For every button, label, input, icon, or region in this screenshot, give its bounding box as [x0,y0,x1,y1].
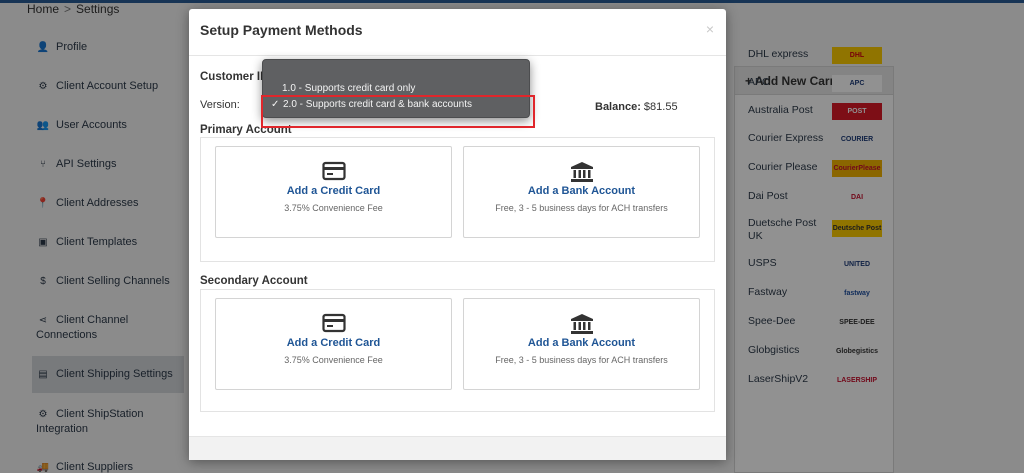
card-title: Add a Credit Card [286,185,381,197]
option-label: 1.0 - Supports credit card only [282,83,416,94]
credit-card-icon [216,161,451,183]
balance-display: Balance: $81.55 [595,101,678,113]
version-label: Version: [200,99,240,111]
secondary-account-title: Secondary Account [200,275,308,287]
bank-icon [464,161,699,183]
secondary-add-bank-account-button[interactable]: Add a Bank Account Free, 3 - 5 business … [463,298,700,390]
primary-account-section: Add a Credit Card 3.75% Convenience Fee … [200,137,715,262]
card-subtitle: 3.75% Convenience Fee [284,203,383,213]
credit-card-icon [216,313,451,335]
card-subtitle: Free, 3 - 5 business days for ACH transf… [495,355,668,365]
modal-title: Setup Payment Methods [200,22,363,38]
modal-footer [189,436,726,460]
balance-label: Balance: [595,101,641,113]
modal-header: Setup Payment Methods × [189,9,726,56]
version-option-1-0[interactable]: 1.0 - Supports credit card only [282,83,415,94]
card-title: Add a Bank Account [527,185,636,197]
customer-id-label: Customer ID [200,71,269,83]
card-title: Add a Credit Card [286,337,381,349]
primary-add-credit-card-button[interactable]: Add a Credit Card 3.75% Convenience Fee [215,146,452,238]
highlight-box [261,95,535,128]
secondary-account-section: Add a Credit Card 3.75% Convenience Fee … [200,289,715,412]
card-subtitle: Free, 3 - 5 business days for ACH transf… [495,203,668,213]
primary-add-bank-account-button[interactable]: Add a Bank Account Free, 3 - 5 business … [463,146,700,238]
card-subtitle: 3.75% Convenience Fee [284,355,383,365]
balance-value: $81.55 [643,101,678,113]
card-title: Add a Bank Account [527,337,636,349]
close-icon[interactable]: × [706,21,714,37]
bank-icon [464,313,699,335]
secondary-add-credit-card-button[interactable]: Add a Credit Card 3.75% Convenience Fee [215,298,452,390]
